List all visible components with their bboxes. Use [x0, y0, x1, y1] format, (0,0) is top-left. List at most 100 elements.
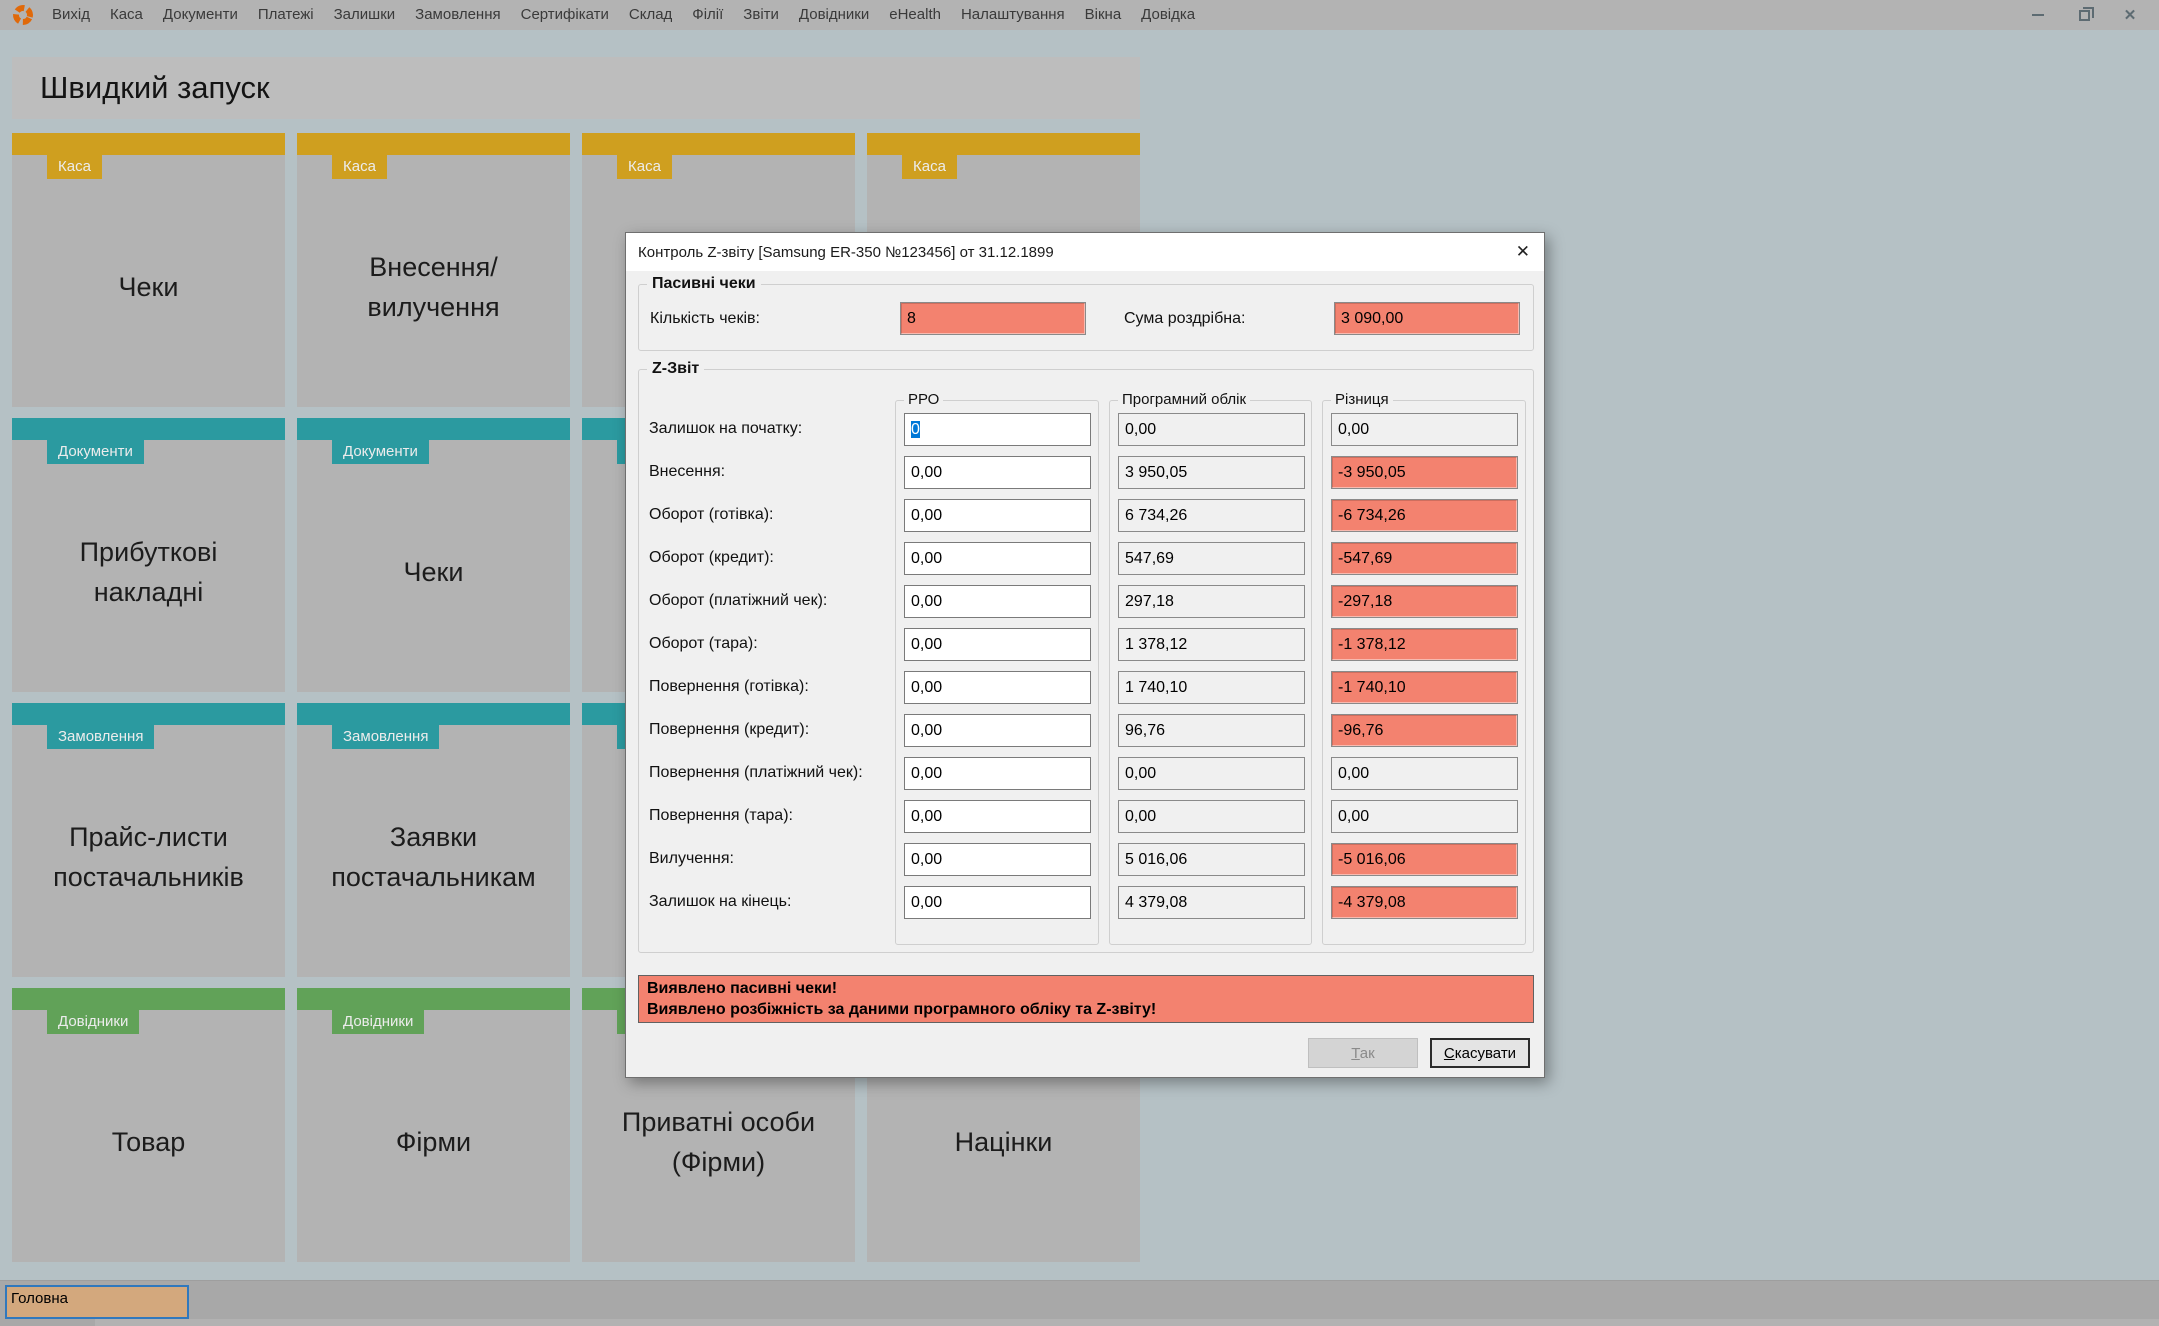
menu-item[interactable]: Довідники: [789, 0, 879, 30]
warning-line-1: Виявлено пасивні чеки!: [647, 978, 1525, 999]
difference-value-field: -297,18: [1331, 585, 1518, 618]
tile-label: Внесення/вилучення: [309, 179, 558, 395]
rro-value-field[interactable]: 0,00: [904, 456, 1091, 489]
rro-value-field[interactable]: 0,00: [904, 499, 1091, 532]
quick-launch-tile[interactable]: Замовлення Прайс-листи постачальників: [12, 703, 285, 977]
quick-launch-tile[interactable]: Каса Внесення/вилучення: [297, 133, 570, 407]
warning-line-2: Виявлено розбіжність за даними програмно…: [647, 999, 1525, 1020]
difference-value-field: 0,00: [1331, 757, 1518, 790]
zreport-group-title: Z-Звіт: [647, 360, 704, 378]
zreport-row-label: Повернення (тара):: [649, 799, 895, 832]
rro-value-field[interactable]: 0,00: [904, 714, 1091, 747]
quick-launch-tile[interactable]: Довідники Товар: [12, 988, 285, 1262]
rro-value-field[interactable]: 0,00: [904, 757, 1091, 790]
difference-value-field: -96,76: [1331, 714, 1518, 747]
menu-bar: ВихідКасаДокументиПлатежіЗалишкиЗамовлен…: [42, 0, 1205, 30]
accounting-value-field: 547,69: [1118, 542, 1305, 575]
column-difference: Різниця 0,00-3 950,05-6 734,26-547,69-29…: [1322, 400, 1526, 945]
rro-value-field[interactable]: 0,00: [904, 843, 1091, 876]
column-rro: РРО 00,000,000,000,000,000,000,000,000,0…: [895, 400, 1099, 945]
rro-value-field[interactable]: 0,00: [904, 800, 1091, 833]
tile-category-strip: [12, 418, 285, 440]
zreport-group: Z-Звіт Залишок на початку:Внесення:Оборо…: [638, 369, 1534, 953]
taskbar-strip: [95, 1319, 2159, 1326]
tile-category-tag: Довідники: [47, 1010, 139, 1034]
zreport-row-label: Оборот (платіжний чек):: [649, 584, 895, 617]
quick-launch-tile[interactable]: Документи Чеки: [297, 418, 570, 692]
tile-label: Чеки: [24, 179, 273, 395]
tile-label: Заявки постачальникам: [309, 749, 558, 965]
minimize-icon[interactable]: [2015, 1, 2061, 29]
rro-value-field[interactable]: 0,00: [904, 671, 1091, 704]
dialog-close-icon[interactable]: ✕: [1516, 233, 1530, 271]
menu-item[interactable]: Каса: [100, 0, 153, 30]
menu-item[interactable]: Звіти: [733, 0, 789, 30]
menu-item[interactable]: Філії: [682, 0, 733, 30]
close-icon[interactable]: ✕: [2107, 1, 2153, 29]
quick-launch-tile[interactable]: Замовлення Заявки постачальникам: [297, 703, 570, 977]
difference-value-field: -1 378,12: [1331, 628, 1518, 661]
menu-item[interactable]: Сертифікати: [511, 0, 619, 30]
app-logo-icon: [12, 4, 34, 26]
column-accounting-title: Програмний облік: [1118, 391, 1250, 408]
tile-category-tag: Документи: [332, 440, 429, 464]
quick-launch-tile[interactable]: Документи Прибуткові накладні: [12, 418, 285, 692]
tile-category-tag: Замовлення: [47, 725, 154, 749]
app-window: ВихідКасаДокументиПлатежіЗалишкиЗамовлен…: [0, 0, 2159, 1326]
menu-item[interactable]: Залишки: [324, 0, 406, 30]
tile-category-tag: Каса: [617, 155, 672, 179]
tile-category-tag: Довідники: [332, 1010, 424, 1034]
tile-category-tag: Каса: [332, 155, 387, 179]
tile-category-tag: Замовлення: [332, 725, 439, 749]
passive-checks-group-title: Пасивні чеки: [647, 275, 761, 293]
menu-item[interactable]: Вихід: [42, 0, 100, 30]
tile-category-strip: [867, 133, 1140, 155]
zreport-row-label: Оборот (готівка):: [649, 498, 895, 531]
tile-category-tag: Каса: [902, 155, 957, 179]
quick-launch-tile[interactable]: Каса Чеки: [12, 133, 285, 407]
menu-item[interactable]: Документи: [153, 0, 248, 30]
tile-label: Чеки: [309, 464, 558, 680]
menu-item[interactable]: Склад: [619, 0, 682, 30]
column-accounting: Програмний облік 0,003 950,056 734,26547…: [1109, 400, 1312, 945]
tile-category-strip: [12, 133, 285, 155]
retail-sum-label: Сума роздрібна:: [1124, 302, 1245, 335]
tile-category-strip: [297, 418, 570, 440]
menu-item[interactable]: Платежі: [248, 0, 324, 30]
rro-value-field[interactable]: 0,00: [904, 585, 1091, 618]
menu-item[interactable]: eHealth: [879, 0, 951, 30]
rro-value-field[interactable]: 0,00: [904, 886, 1091, 919]
accounting-value-field: 297,18: [1118, 585, 1305, 618]
difference-value-field: -1 740,10: [1331, 671, 1518, 704]
accounting-value-field: 6 734,26: [1118, 499, 1305, 532]
zreport-row-label: Внесення:: [649, 455, 895, 488]
difference-value-field: -547,69: [1331, 542, 1518, 575]
ok-button[interactable]: Так: [1308, 1038, 1418, 1068]
column-difference-title: Різниця: [1331, 391, 1393, 408]
tab-home[interactable]: Головна: [5, 1285, 189, 1319]
accounting-value-field: 1 378,12: [1118, 628, 1305, 661]
accounting-value-field: 5 016,06: [1118, 843, 1305, 876]
zreport-row-label: Залишок на початку:: [649, 412, 895, 445]
tile-category-strip: [12, 703, 285, 725]
menu-item[interactable]: Довідка: [1131, 0, 1205, 30]
zreport-row-label: Оборот (тара):: [649, 627, 895, 660]
column-rro-title: РРО: [904, 391, 943, 408]
difference-value-field: 0,00: [1331, 800, 1518, 833]
menu-item[interactable]: Замовлення: [405, 0, 510, 30]
menu-item[interactable]: Налаштування: [951, 0, 1075, 30]
restore-icon[interactable]: [2061, 1, 2107, 29]
tile-category-strip: [297, 133, 570, 155]
rro-value-field[interactable]: 0: [904, 413, 1091, 446]
tile-category-tag: Каса: [47, 155, 102, 179]
quick-launch-tile[interactable]: Довідники Фірми: [297, 988, 570, 1262]
rro-value-field[interactable]: 0,00: [904, 542, 1091, 575]
quick-launch-header: Швидкий запуск: [12, 57, 1140, 119]
rro-value-field[interactable]: 0,00: [904, 628, 1091, 661]
zreport-row-labels: Залишок на початку: Внесення: Оборот (готі…: [649, 412, 895, 918]
tile-label: Прайс-листи постачальників: [24, 749, 273, 965]
cancel-button[interactable]: Скасувати: [1430, 1038, 1530, 1068]
difference-value-field: -3 950,05: [1331, 456, 1518, 489]
menu-item[interactable]: Вікна: [1075, 0, 1132, 30]
zreport-row-label: Повернення (кредит):: [649, 713, 895, 746]
